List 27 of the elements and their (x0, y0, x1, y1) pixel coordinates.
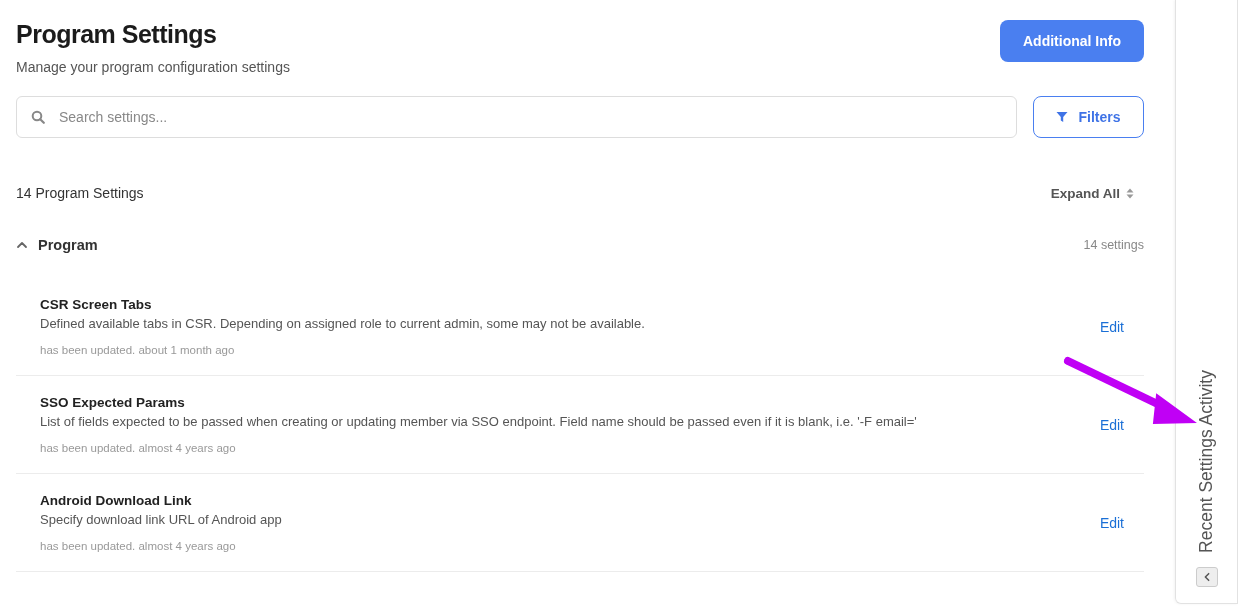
page-title: Program Settings (16, 20, 217, 49)
expand-all-button[interactable]: Expand All (1050, 185, 1134, 201)
setting-description: List of fields expected to be passed when creating or updating member via SSO endpoint. Field name should be passed even if it is blank, i.e. '-F email=' (40, 414, 918, 429)
sort-icon (1126, 187, 1134, 199)
chevron-icon (16, 239, 28, 251)
edit-link[interactable]: Edit (1099, 318, 1124, 335)
updated-time: has been updated. almost 4 years ago (40, 442, 236, 454)
setting-name: CSR Screen Tabs (40, 297, 152, 312)
search-field[interactable]: Search settings... (16, 96, 1017, 138)
settings-count: 14 settings (1083, 238, 1144, 252)
filters-button[interactable]: Filters (1033, 96, 1144, 138)
filter-icon (1056, 111, 1069, 123)
setting-description: Specify download link URL of Android app (40, 512, 283, 527)
panel-title[interactable]: Recent Settings Activity (1196, 370, 1217, 553)
additional-info-button[interactable]: Additional Info (1000, 20, 1144, 62)
group-toggle[interactable]: Program (16, 237, 98, 253)
setting-description: Defined available tabs in CSR. Depending on assigned role to current admin, some may not be available. (40, 316, 646, 331)
edit-link[interactable]: Edit (1099, 514, 1124, 531)
search-icon (31, 110, 45, 124)
page-subtitle: Manage your program configuration settings (16, 59, 290, 75)
edit-link[interactable]: Edit (1099, 416, 1124, 433)
settings-total: 14 Program Settings (16, 185, 144, 201)
setting-name: Android Download Link (40, 493, 192, 508)
setting-name: SSO Expected Params (40, 395, 185, 410)
updated-time: has been updated. about 1 month ago (40, 344, 235, 356)
updated-time: has been updated. almost 4 years ago (40, 540, 236, 552)
collapse-panel-button[interactable] (1195, 567, 1218, 587)
